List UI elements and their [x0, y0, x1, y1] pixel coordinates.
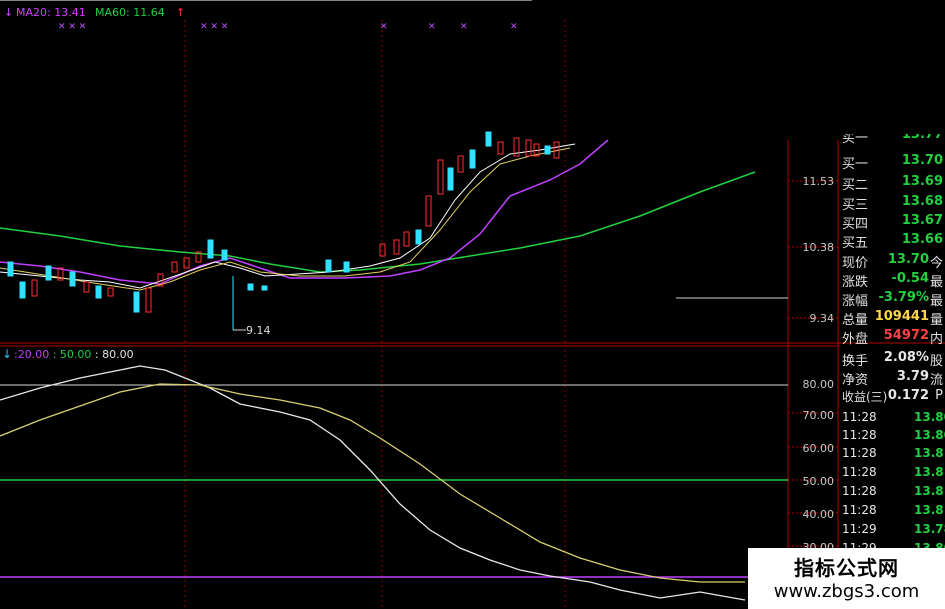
- indicator-axis-label: 60.00: [802, 442, 835, 455]
- signal-mark-icon: ✕: [510, 22, 518, 32]
- ma-arrow-icon: ↑: [176, 6, 186, 19]
- indicator-level-high: 80.00: [102, 348, 134, 361]
- ma-arrow-icon: ↓: [4, 6, 14, 19]
- trade-row: 11:2813.81: [842, 465, 945, 479]
- indicator-level-low: 20.00: [17, 348, 50, 361]
- price-axis-label: 9.34: [809, 312, 835, 325]
- indicator-axis-label: 40.00: [802, 508, 835, 521]
- trade-row: 11:2813.81: [842, 484, 945, 498]
- indicator-header: :20.00 : 50.00 : 80.00: [14, 348, 134, 361]
- price-axis-label: 10.38: [802, 241, 835, 254]
- quote-row: 涨幅 -3.79% 最: [842, 290, 943, 309]
- signal-mark-icon: ✕: [460, 22, 468, 32]
- order-book-row-cut: 买一 13.77: [842, 134, 943, 146]
- indicator-axis-label: 70.00: [802, 409, 835, 422]
- order-book-row: 买四 13.67: [842, 213, 943, 232]
- order-book-row: 买三 13.68: [842, 194, 943, 213]
- watermark-url: www.zbgs3.com: [773, 581, 920, 602]
- quote-row: 外盘 54972 内: [842, 328, 943, 347]
- signal-mark-icon: ✕ ✕ ✕: [58, 22, 87, 32]
- watermark-title: 指标公式网: [794, 556, 899, 580]
- ma20-label: MA20: 13.41: [16, 6, 86, 19]
- trade-row: 11:2813.81: [842, 503, 945, 517]
- order-book-row: 买五 13.66: [842, 232, 943, 251]
- trade-row: 11:2813.80: [842, 428, 945, 442]
- quote-row: 涨跌 -0.54 最: [842, 271, 943, 290]
- watermark-badge: 指标公式网 www.zbgs3.com: [748, 548, 945, 609]
- stats-row: 收益(三) 0.172 P: [842, 388, 943, 404]
- indicator-arrow-icon: ↓: [2, 347, 13, 361]
- stats-row: 净资 3.79 流: [842, 369, 943, 388]
- trade-row: 11:2813.81: [842, 446, 945, 460]
- trade-row: 11:2813.80: [842, 410, 945, 424]
- signal-mark-icon: ✕ ✕ ✕: [200, 22, 229, 32]
- ma60-label: MA60: 11.64: [95, 6, 165, 19]
- indicator-axis-label: 80.00: [802, 378, 835, 391]
- order-book-row: 买二 13.69: [842, 174, 943, 193]
- quote-row: 现价 13.70 今: [842, 252, 943, 271]
- order-book-row: 买一 13.70: [842, 153, 943, 172]
- price-axis-label: 11.53: [802, 175, 835, 188]
- signal-mark-icon: ✕: [380, 22, 388, 32]
- low-price-label: 9.14: [246, 324, 271, 337]
- indicator-level-mid: 50.00: [59, 348, 92, 361]
- trade-row: 11:2913.78: [842, 522, 945, 536]
- stats-row: 换手 2.08% 股: [842, 350, 943, 369]
- indicator-axis-label: 50.00: [802, 475, 835, 488]
- signal-mark-icon: ✕: [428, 22, 436, 32]
- quote-row: 总量 109441 量: [842, 309, 943, 328]
